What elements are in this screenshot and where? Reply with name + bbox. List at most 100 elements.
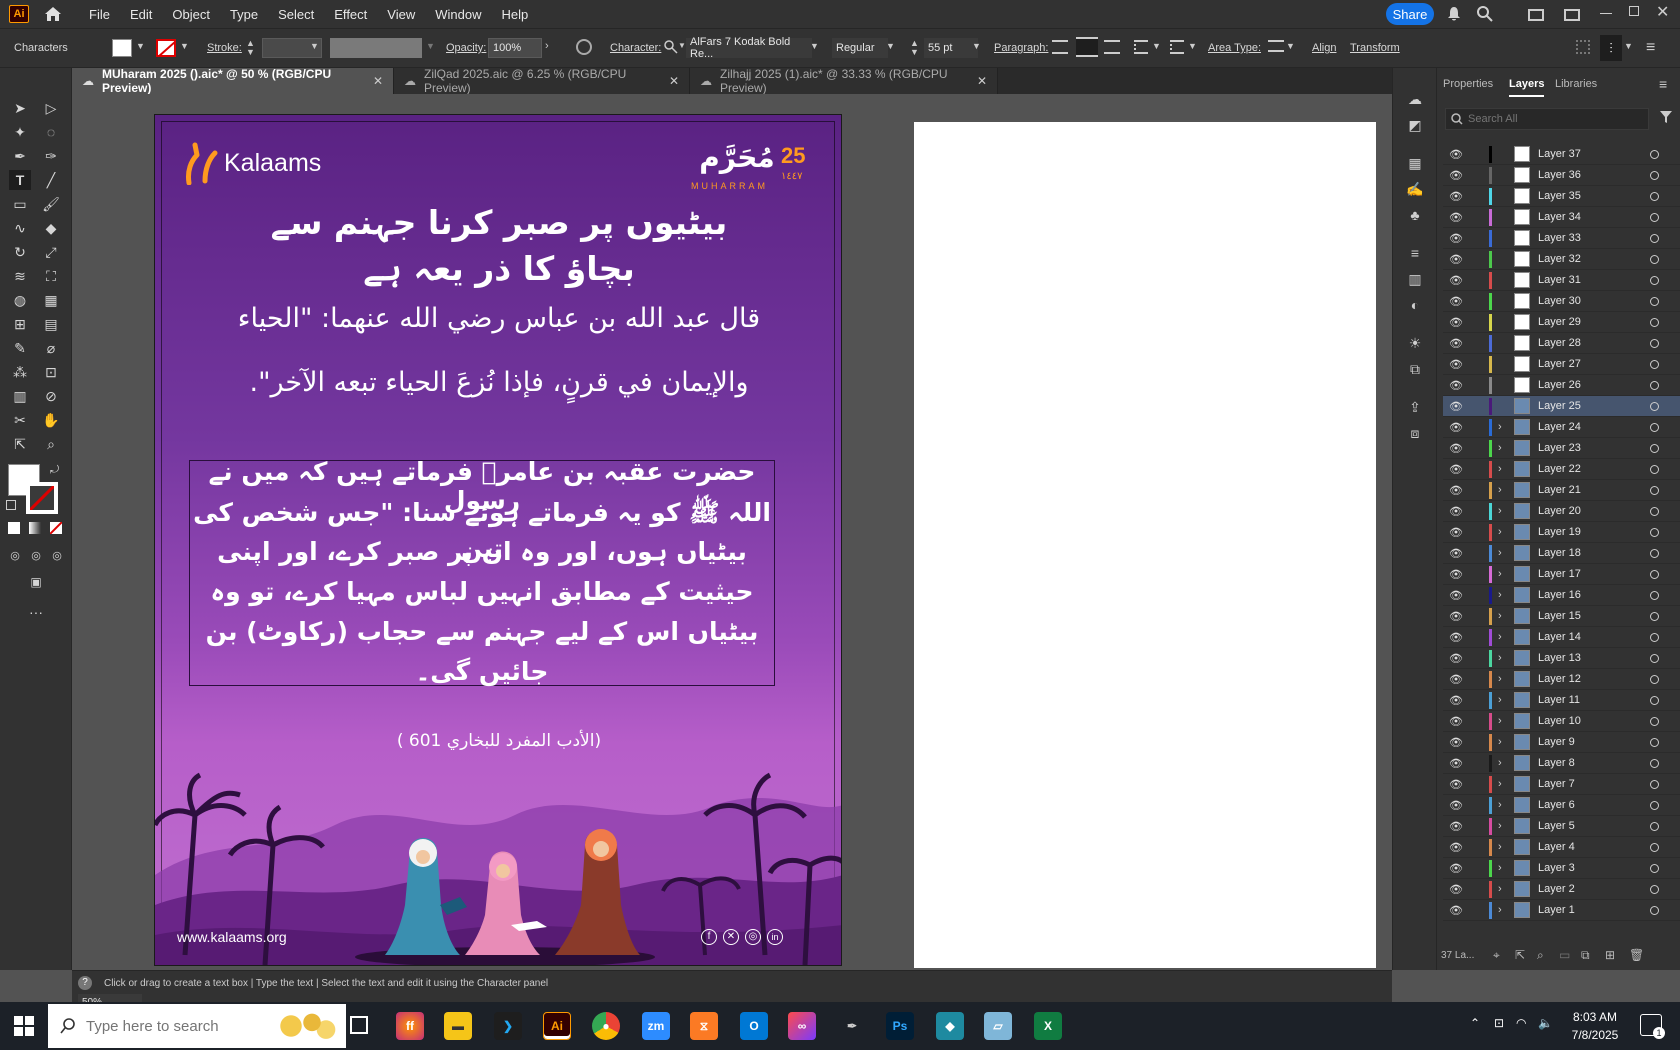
eye-icon[interactable]: 👁 (1449, 841, 1467, 854)
layer-row[interactable]: 👁 › Layer 23 (1443, 438, 1680, 459)
artboard-blank[interactable] (914, 122, 1376, 968)
target-icon[interactable] (1650, 884, 1659, 894)
eye-icon[interactable]: 👁 (1449, 211, 1467, 224)
curvature-tool-icon[interactable]: ✑ (40, 146, 62, 166)
target-icon[interactable] (1650, 590, 1659, 600)
layer-row[interactable]: 👁 Layer 37 (1443, 144, 1680, 165)
menu-view[interactable]: View (377, 7, 425, 22)
numbering-icon[interactable] (1170, 40, 1184, 54)
artboard-poster[interactable]: Kalaams مُحَرَّم 25 MUHARRAM ١٤٤٧ بیٹیوں… (154, 114, 842, 966)
clipping-mask-icon[interactable]: ▭ (1559, 948, 1570, 962)
stroke-color-box[interactable] (26, 482, 58, 514)
eye-icon[interactable]: 👁 (1449, 232, 1467, 245)
chevron-down-icon[interactable]: ▼ (1286, 41, 1295, 51)
chevron-right-icon[interactable]: › (1498, 421, 1512, 433)
pen-tool-icon[interactable]: ✒ (9, 146, 31, 166)
layer-row[interactable]: 👁 › Layer 3 (1443, 858, 1680, 879)
taskbar-search-input[interactable] (86, 1016, 286, 1036)
target-icon[interactable] (1650, 275, 1659, 285)
layer-row[interactable]: 👁 Layer 33 (1443, 228, 1680, 249)
align-right-icon[interactable] (1104, 40, 1120, 54)
target-icon[interactable] (1650, 632, 1659, 642)
outlook-icon[interactable]: O (740, 1012, 768, 1040)
locate-object-icon[interactable]: ⌖ (1493, 948, 1500, 963)
chevron-down-icon[interactable]: ▼ (136, 41, 145, 51)
target-icon[interactable] (1650, 191, 1659, 201)
bell-icon[interactable] (1446, 6, 1462, 22)
eye-icon[interactable]: 👁 (1449, 337, 1467, 350)
search-icon[interactable] (1476, 5, 1494, 23)
symbols-icon[interactable]: ♣ (1405, 206, 1425, 224)
target-icon[interactable] (1650, 716, 1659, 726)
menu-edit[interactable]: Edit (120, 7, 162, 22)
hadith-line-3[interactable]: بیٹیاں ہوں، اور وہ ان پر صبر کرے، اور اپ… (189, 537, 775, 566)
target-icon[interactable] (1650, 254, 1659, 264)
export-selection-icon[interactable]: ⇱ (1515, 948, 1525, 962)
chevron-down-icon[interactable]: ▼ (180, 41, 189, 51)
eye-icon[interactable]: 👁 (1449, 568, 1467, 581)
chevron-right-icon[interactable]: › (1498, 799, 1512, 811)
tab-zilhajj[interactable]: ☁ Zilhajj 2025 (1).aic* @ 33.33 % (RGB/C… (690, 67, 998, 95)
asset-export-icon[interactable]: ⧉ (1405, 360, 1425, 378)
layer-row[interactable]: 👁 › Layer 8 (1443, 753, 1680, 774)
illustrator-taskbar-icon[interactable]: Ai (543, 1012, 571, 1040)
layer-row[interactable]: 👁 Layer 28 (1443, 333, 1680, 354)
perspective-grid-tool-icon[interactable]: ▦ (40, 290, 62, 310)
chevron-down-icon[interactable]: ▼ (678, 41, 686, 50)
hand-tool-icon[interactable]: ✋ (40, 410, 62, 430)
layer-row[interactable]: 👁 Layer 29 (1443, 312, 1680, 333)
chevron-right-icon[interactable]: › (1498, 820, 1512, 832)
layer-row[interactable]: 👁 › Layer 9 (1443, 732, 1680, 753)
tab-zilqad[interactable]: ☁ ZilQad 2025.aic @ 6.25 % (RGB/CPU Prev… (394, 67, 690, 95)
layer-row[interactable]: 👁 › Layer 19 (1443, 522, 1680, 543)
tray-volume-icon[interactable]: 🔈 (1538, 1016, 1553, 1030)
chevron-down-icon[interactable]: ▼ (1624, 41, 1633, 51)
menu-file[interactable]: File (79, 7, 120, 22)
eye-icon[interactable]: 👁 (1449, 358, 1467, 371)
transparency-icon[interactable]: ◐ (1405, 296, 1425, 314)
layers-search-input[interactable] (1468, 111, 1644, 127)
eye-icon[interactable]: 👁 (1449, 421, 1467, 434)
mesh-tool-icon[interactable]: ⊞ (9, 314, 31, 334)
export-icon[interactable]: ⇪ (1405, 398, 1425, 416)
more-tools-icon[interactable]: ··· (25, 602, 47, 622)
chevron-right-icon[interactable]: › (1498, 568, 1512, 580)
target-icon[interactable] (1650, 653, 1659, 663)
minimize-icon[interactable] (1600, 13, 1612, 14)
arrange-documents-icon[interactable] (1528, 9, 1544, 21)
chevron-down-icon[interactable]: ▼ (810, 41, 819, 51)
chevron-right-icon[interactable]: › (1498, 757, 1512, 769)
stroke-panel-icon[interactable]: ≡ (1405, 244, 1425, 262)
target-icon[interactable] (1650, 674, 1659, 684)
appearance-icon[interactable]: ☁ (1405, 90, 1425, 108)
warp-tool-icon[interactable]: ≋ (9, 266, 31, 286)
artboard-move-icon[interactable]: ⇱ (9, 434, 31, 454)
target-icon[interactable] (1650, 149, 1659, 159)
eye-icon[interactable]: 👁 (1449, 778, 1467, 791)
chevron-right-icon[interactable]: › (1498, 904, 1512, 916)
font-family-input[interactable]: AlFars 7 Kodak Bold Re... (686, 36, 812, 60)
stroke-stepper-icon[interactable]: ▲ ▼ (246, 39, 255, 57)
excel-icon[interactable]: X (1034, 1012, 1062, 1040)
magic-wand-tool-icon[interactable]: ✦ (9, 122, 31, 142)
tab-muharam[interactable]: ☁ MUharam 2025 ().aic* @ 50 % (RGB/CPU P… (72, 67, 394, 95)
panel-menu-icon[interactable]: ≡ (1659, 76, 1667, 92)
eye-icon[interactable]: 👁 (1449, 883, 1467, 896)
close-tab-icon[interactable]: ✕ (669, 74, 679, 88)
shape-builder-tool-icon[interactable]: ◍ (9, 290, 31, 310)
recolor-icon[interactable] (576, 39, 592, 55)
eye-icon[interactable]: 👁 (1449, 169, 1467, 182)
chevron-right-icon[interactable]: › (1498, 484, 1512, 496)
layer-row[interactable]: 👁 Layer 30 (1443, 291, 1680, 312)
eye-icon[interactable]: 👁 (1449, 442, 1467, 455)
eye-icon[interactable]: 👁 (1449, 736, 1467, 749)
new-sublayer-icon[interactable]: ⧉ (1581, 948, 1590, 963)
target-icon[interactable] (1650, 905, 1659, 915)
chevron-right-icon[interactable]: › (1498, 862, 1512, 874)
target-icon[interactable] (1650, 443, 1659, 453)
variable-width-profile[interactable] (330, 38, 422, 58)
app-diamond-icon[interactable]: ◆ (936, 1012, 964, 1040)
layer-row[interactable]: 👁 Layer 27 (1443, 354, 1680, 375)
layer-row[interactable]: 👁 Layer 26 (1443, 375, 1680, 396)
layer-row[interactable]: 👁 › Layer 22 (1443, 459, 1680, 480)
